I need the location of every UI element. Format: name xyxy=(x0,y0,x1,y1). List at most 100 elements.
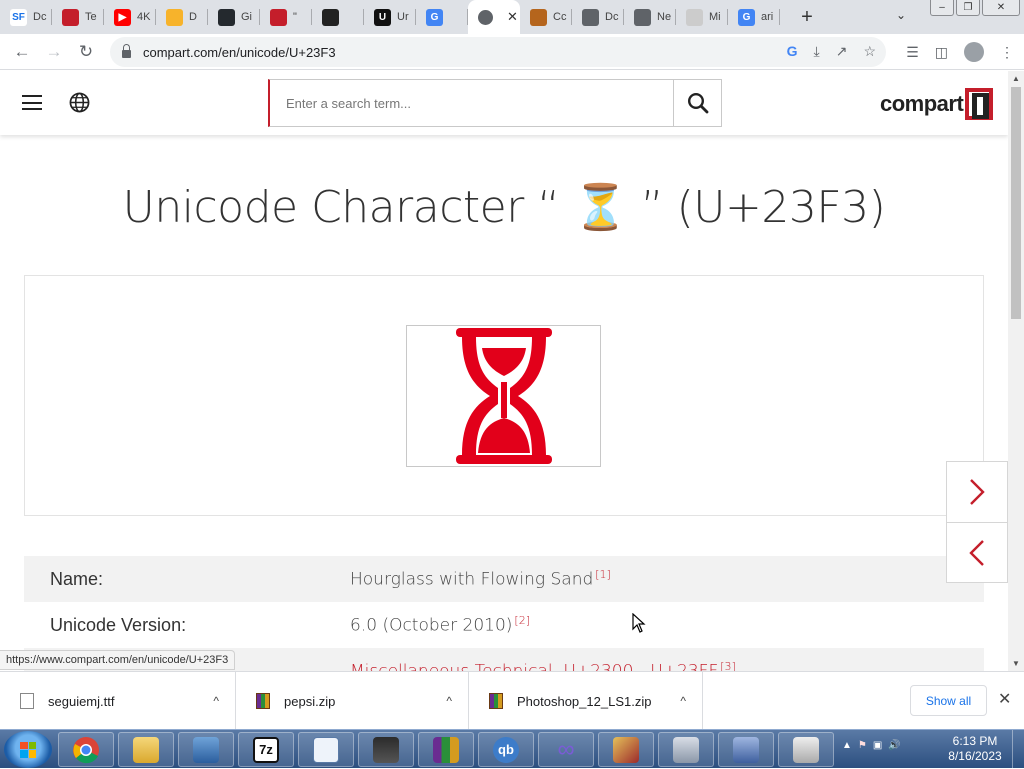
start-button[interactable] xyxy=(4,731,52,768)
tray-expand-icon[interactable]: ▲ xyxy=(842,740,852,751)
tab-favicon-icon xyxy=(478,9,493,25)
page-viewport: compart Unicode Character “ ⏳ ” (U+23F3) xyxy=(0,71,1008,671)
next-character-button[interactable] xyxy=(947,462,1007,522)
tab-close-icon[interactable]: ✕ xyxy=(507,9,518,25)
browser-tab[interactable]: Dc xyxy=(572,0,624,34)
scroll-thumb[interactable] xyxy=(1011,87,1021,319)
clock-date: 8/16/2023 xyxy=(948,749,1002,763)
tab-favicon-icon: ▶ xyxy=(114,8,131,26)
close-window-button[interactable]: ✕ xyxy=(982,0,1020,16)
browser-tab[interactable]: Ne xyxy=(624,0,676,34)
reference-link[interactable]: [1] xyxy=(595,568,611,581)
folder-icon xyxy=(133,736,159,763)
browser-tab[interactable]: SF Dc xyxy=(0,0,52,34)
search-input[interactable] xyxy=(270,80,673,126)
tab-favicon-icon xyxy=(218,8,235,26)
browser-tab[interactable]: Gi xyxy=(208,0,260,34)
minimize-button[interactable]: – xyxy=(930,0,954,16)
previous-character-button[interactable] xyxy=(947,522,1007,582)
tab-title: Mi xyxy=(709,11,721,23)
browser-tab[interactable]: U Ur xyxy=(364,0,416,34)
back-button[interactable]: ← xyxy=(6,42,38,62)
tab-favicon-icon xyxy=(322,8,339,26)
taskbar-app-10[interactable] xyxy=(778,732,834,767)
taskbar-infinity-app[interactable]: ∞ xyxy=(538,732,594,767)
reload-button[interactable]: ↻ xyxy=(70,42,102,62)
forward-button[interactable]: → xyxy=(38,42,70,62)
taskbar-app-8[interactable] xyxy=(658,732,714,767)
taskbar-app-9[interactable] xyxy=(718,732,774,767)
media-control-icon[interactable]: ☰ xyxy=(906,44,919,61)
browser-tab[interactable]: " xyxy=(260,0,312,34)
close-downloads-icon[interactable]: ✕ xyxy=(998,689,1011,709)
reference-link[interactable]: [3] xyxy=(720,660,736,671)
tab-title: 4K xyxy=(137,11,151,23)
tray-network-icon[interactable]: ▣ xyxy=(873,740,882,751)
browser-tab[interactable]: Gari xyxy=(728,0,780,34)
browser-tab[interactable]: ✕ xyxy=(468,0,520,34)
browser-tab[interactable]: Te xyxy=(52,0,104,34)
taskbar-remote[interactable] xyxy=(178,732,234,767)
taskbar-qbittorrent[interactable]: qb xyxy=(478,732,534,767)
taskbar-7zip[interactable]: 7z xyxy=(238,732,294,767)
browser-tab[interactable]: Mi xyxy=(676,0,728,34)
scroll-down-icon[interactable]: ▼ xyxy=(1012,659,1020,668)
download-options-chevron-icon[interactable]: ^ xyxy=(213,694,219,708)
page-scrollbar[interactable]: ▲ ▼ xyxy=(1008,71,1024,671)
list-icon xyxy=(313,736,339,763)
new-tab-button[interactable]: + xyxy=(792,6,822,29)
taskbar-app-7[interactable] xyxy=(598,732,654,767)
bookmark-star-icon[interactable]: ☆ xyxy=(863,43,876,60)
info-value: 6.0 (October 2010) [2] xyxy=(350,614,530,636)
browser-tab[interactable] xyxy=(312,0,364,34)
tab-title: Dc xyxy=(33,11,47,23)
download-options-chevron-icon[interactable]: ^ xyxy=(446,694,452,708)
download-item[interactable]: pepsi.zip ^ xyxy=(236,672,469,730)
show-desktop-button[interactable] xyxy=(1012,730,1024,769)
share-icon[interactable]: ↗ xyxy=(836,43,848,60)
taskbar-cat-app[interactable] xyxy=(358,732,414,767)
chevron-right-icon xyxy=(970,479,985,505)
taskbar-explorer[interactable] xyxy=(118,732,174,767)
info-row: Name: Hourglass with Flowing Sand [1] xyxy=(24,556,984,602)
profile-avatar[interactable] xyxy=(964,42,984,62)
tray-flag-icon[interactable]: ⚑ xyxy=(858,740,867,751)
tab-favicon-icon xyxy=(166,8,183,26)
download-item[interactable]: seguiemj.ttf ^ xyxy=(0,672,236,730)
google-lens-icon[interactable]: G xyxy=(787,43,798,60)
show-all-downloads-button[interactable]: Show all xyxy=(910,685,987,716)
install-app-icon[interactable]: ⤓ xyxy=(814,43,820,60)
compart-logo[interactable]: compart xyxy=(880,88,994,120)
taskbar-notepad[interactable] xyxy=(298,732,354,767)
reference-link[interactable]: [2] xyxy=(514,614,530,627)
restore-button[interactable]: ❐ xyxy=(956,0,980,16)
address-bar[interactable]: compart.com/en/unicode/U+23F3 G ⤓ ↗ ☆ xyxy=(110,37,886,67)
lock-icon[interactable] xyxy=(122,44,131,58)
browser-tab[interactable]: D xyxy=(156,0,208,34)
tab-search-chevron-icon[interactable]: ⌄ xyxy=(896,8,906,22)
scroll-up-icon[interactable]: ▲ xyxy=(1012,74,1020,83)
url-text[interactable]: compart.com/en/unicode/U+23F3 xyxy=(143,45,336,60)
system-clock[interactable]: 6:13 PM 8/16/2023 xyxy=(940,734,1010,764)
browser-tab[interactable]: Cc xyxy=(520,0,572,34)
archive-file-icon xyxy=(256,693,270,709)
hamburger-menu-icon[interactable] xyxy=(22,95,42,110)
tray-volume-icon[interactable]: 🔊 xyxy=(888,740,900,751)
info-value[interactable]: Miscellaneous Technical, U+2300 - U+23FF… xyxy=(350,660,736,671)
chrome-icon xyxy=(73,736,99,763)
download-item[interactable]: Photoshop_12_LS1.zip ^ xyxy=(469,672,703,730)
browser-tab[interactable]: ▶ 4K xyxy=(104,0,156,34)
browser-tab[interactable]: G xyxy=(416,0,468,34)
tab-title: Ne xyxy=(657,11,672,23)
download-options-chevron-icon[interactable]: ^ xyxy=(680,694,686,708)
menu-kebab-icon[interactable]: ⋮ xyxy=(1000,44,1014,61)
tab-title: Gi xyxy=(241,11,252,23)
globe-icon[interactable] xyxy=(69,92,90,113)
side-panel-icon[interactable]: ◫ xyxy=(935,44,948,61)
taskbar-chrome[interactable] xyxy=(58,732,114,767)
taskbar-winrar[interactable] xyxy=(418,732,474,767)
search-button[interactable] xyxy=(673,80,721,126)
network-icon xyxy=(193,736,219,763)
browser-toolbar: ← → ↻ compart.com/en/unicode/U+23F3 G ⤓ … xyxy=(0,34,1024,70)
tab-favicon-icon xyxy=(686,8,703,26)
